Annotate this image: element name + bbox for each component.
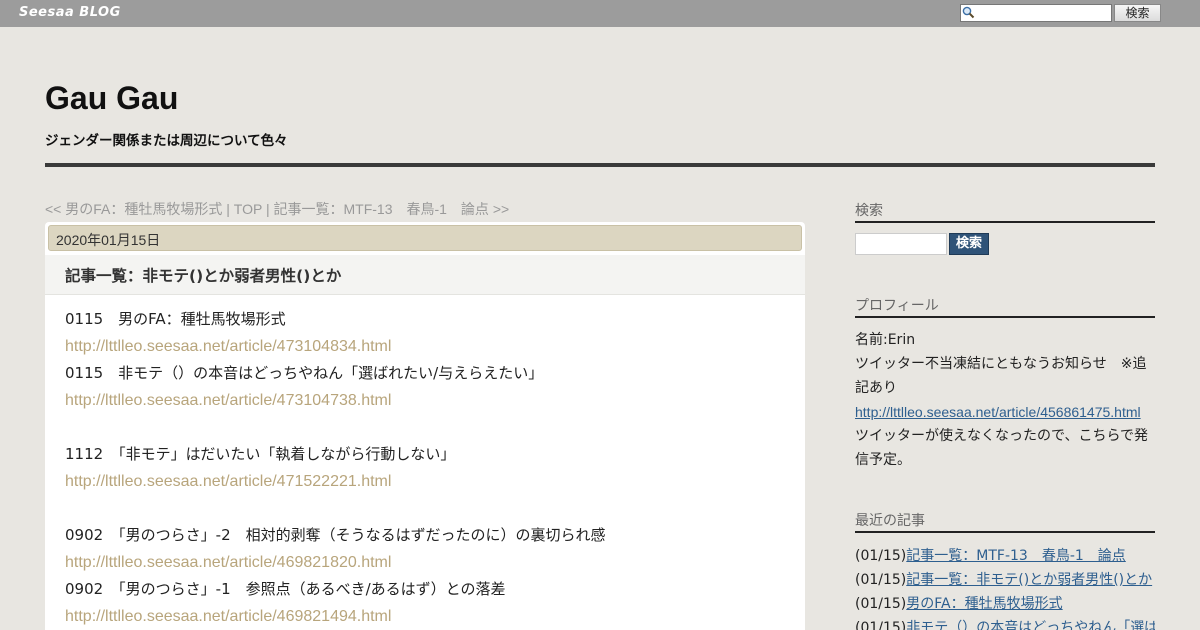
recent-article-date: (01/15): [855, 620, 907, 630]
article: 2020年01月15日 記事一覧：非モテ()とか弱者男性()とか 0115 男の…: [45, 222, 805, 630]
prev-article-link[interactable]: << 男のFA：種牡馬牧場形式: [45, 201, 222, 217]
sidebar-recent-section: 最近の記事 (01/15)記事一覧：MTF-13 春鳥-1 論点 (01/15)記…: [855, 510, 1155, 630]
recent-article-item: (01/15)非モテ（）の本音はどっちやねん「選ばれたい/与えらえたい」: [855, 616, 1155, 630]
article-link[interactable]: http://lttlleo.seesaa.net/article/473104…: [65, 333, 795, 360]
sidebar-profile-heading: プロフィール: [855, 295, 1155, 318]
profile-note: ツイッターが使えなくなったので、こちらで発信予定。: [855, 428, 1149, 468]
sidebar-search-heading: 検索: [855, 200, 1155, 223]
sidebar-profile-section: プロフィール 名前:Erin ツイッター不当凍結にともなうお知らせ ※追記あり …: [855, 295, 1155, 472]
article-link[interactable]: http://lttlleo.seesaa.net/article/473104…: [65, 387, 795, 414]
article-link[interactable]: http://lttlleo.seesaa.net/article/471522…: [65, 468, 795, 495]
article-text-line: 0115 男のFA：種牡馬牧場形式: [65, 310, 286, 328]
pager-separator: |: [222, 201, 234, 217]
article-text-line: 0902 「男のつらさ」-2 相対的剥奪（そうなるはずだったのに）の裏切られ感: [65, 526, 606, 544]
article-link[interactable]: http://lttlleo.seesaa.net/article/469821…: [65, 603, 795, 630]
recent-article-link[interactable]: 記事一覧：非モテ()とか弱者男性()とか: [906, 572, 1152, 588]
recent-article-date: (01/15): [855, 596, 907, 612]
recent-article-date: (01/15): [855, 548, 907, 564]
top-bar: Seesaa BLOG 検索: [0, 0, 1200, 27]
recent-article-link[interactable]: 非モテ（）の本音はどっちやねん「選ばれたい/与えらえたい」: [906, 620, 1155, 630]
recent-article-item: (01/15)男のFA：種牡馬牧場形式: [855, 592, 1155, 616]
sidebar-recent-heading: 最近の記事: [855, 510, 1155, 533]
seesaa-blog-logo[interactable]: Seesaa BLOG: [19, 5, 121, 20]
blog-title[interactable]: Gau Gau: [45, 80, 178, 117]
pager-separator: |: [262, 201, 274, 217]
profile-notice-link[interactable]: http://lttlleo.seesaa.net/article/456861…: [855, 400, 1155, 424]
sidebar-search-section: 検索 検索: [855, 200, 1155, 270]
sidebar-search-input[interactable]: [855, 233, 947, 255]
recent-article-item: (01/15)記事一覧：MTF-13 春鳥-1 論点: [855, 544, 1155, 568]
article-link[interactable]: http://lttlleo.seesaa.net/article/469821…: [65, 549, 795, 576]
article-title-bar: 記事一覧：非モテ()とか弱者男性()とか: [45, 255, 805, 295]
profile-notice: ツイッター不当凍結にともなうお知らせ ※追記あり: [855, 356, 1147, 396]
blog-description: ジェンダー関係または周辺について色々: [45, 133, 288, 149]
topbar-search-input[interactable]: [960, 4, 1112, 22]
article-body: 0115 男のFA：種牡馬牧場形式 http://lttlleo.seesaa.n…: [65, 306, 795, 630]
header-divider: [45, 163, 1155, 167]
article-text-line: 0902 「男のつらさ」-1 参照点（あるべき/あるはず）との落差: [65, 580, 506, 598]
top-link[interactable]: TOP: [234, 201, 262, 217]
recent-article-link[interactable]: 男のFA：種牡馬牧場形式: [906, 596, 1062, 612]
recent-article-date: (01/15): [855, 572, 907, 588]
article-title[interactable]: 記事一覧：非モテ()とか弱者男性()とか: [65, 264, 341, 286]
recent-article-item: (01/15)記事一覧：非モテ()とか弱者男性()とか: [855, 568, 1155, 592]
article-pager: << 男のFA：種牡馬牧場形式 | TOP | 記事一覧：MTF-13 春鳥-1…: [45, 199, 805, 219]
recent-article-link[interactable]: 記事一覧：MTF-13 春鳥-1 論点: [906, 548, 1126, 564]
article-date: 2020年01月15日: [48, 225, 802, 251]
profile-name: 名前:Erin: [855, 332, 916, 348]
sidebar-search-button[interactable]: 検索: [949, 233, 989, 255]
article-text-line: 1112 「非モテ」はだいたい「執着しながら行動しない」: [65, 445, 456, 463]
magnifier-icon: [962, 6, 975, 19]
next-article-link[interactable]: 記事一覧：MTF-13 春鳥-1 論点 >>: [273, 201, 509, 217]
article-text-line: 0115 非モテ（）の本音はどっちやねん「選ばれたい/与えらえたい」: [65, 364, 544, 382]
topbar-search-button[interactable]: 検索: [1114, 4, 1161, 22]
recent-articles-list: (01/15)記事一覧：MTF-13 春鳥-1 論点 (01/15)記事一覧：非モ…: [855, 533, 1155, 630]
